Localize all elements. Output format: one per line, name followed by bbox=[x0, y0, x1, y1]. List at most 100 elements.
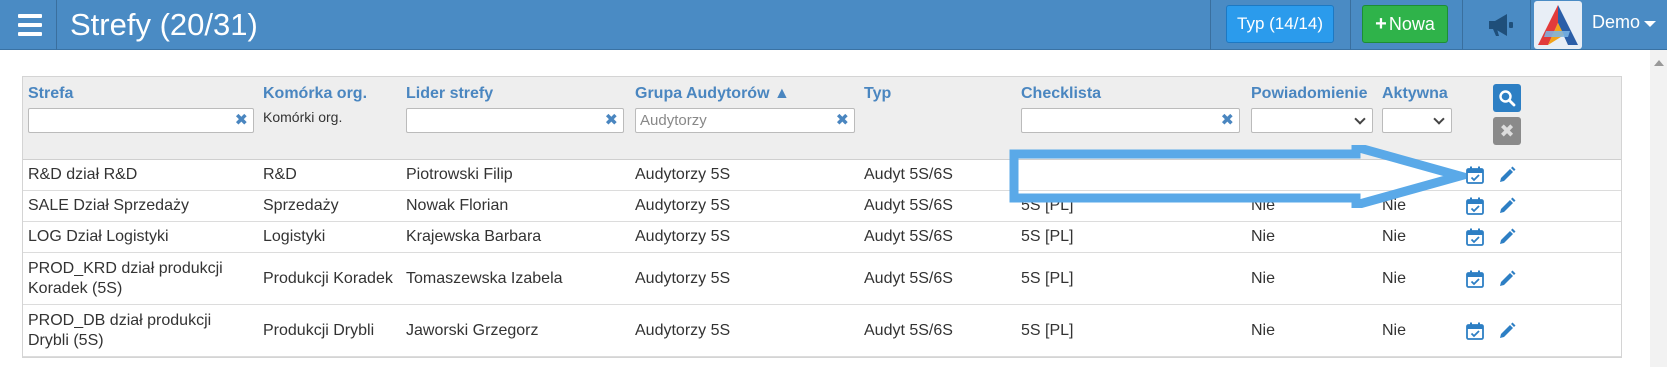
cell-lider: Nowak Florian bbox=[406, 197, 509, 214]
cell-komorka: Sprzedaży bbox=[263, 197, 339, 214]
cell-aktywna: Nie bbox=[1382, 197, 1407, 214]
table-row[interactable]: PROD_DB dział produkcji Drybli (5S) Prod… bbox=[23, 305, 1621, 357]
chevron-down-icon bbox=[1644, 20, 1657, 27]
cell-powiadomienie: Nie bbox=[1251, 269, 1276, 287]
cell-powiadomienie: Nie bbox=[1251, 197, 1276, 214]
user-name: Demo bbox=[1592, 12, 1641, 32]
pencil-icon[interactable] bbox=[1497, 321, 1517, 341]
column-header-lider[interactable]: Lider strefy bbox=[406, 85, 493, 103]
cell-typ: Audyt 5S/6S bbox=[864, 197, 953, 214]
powiadomienie-filter-select[interactable] bbox=[1251, 108, 1373, 133]
cell-aktywna: Nie bbox=[1382, 228, 1407, 245]
cell-komorka: Logistyki bbox=[263, 228, 326, 245]
cell-checklista: 5S [PL] bbox=[1021, 269, 1074, 287]
hamburger-menu-icon[interactable] bbox=[8, 0, 52, 50]
cell-strefa: LOG Dział Logistyki bbox=[28, 228, 169, 245]
cell-typ: Audyt 5S/6S bbox=[864, 228, 953, 245]
column-header-komorka[interactable]: Komórka org. bbox=[263, 85, 367, 103]
cell-lider: Krajewska Barbara bbox=[406, 228, 542, 245]
cell-checklista: 5S [PL] bbox=[1021, 228, 1074, 245]
cell-aktywna bbox=[1382, 160, 1452, 190]
table-body: R&D dział R&D R&D Piotrowski Filip Audyt… bbox=[23, 160, 1621, 357]
chevron-down-icon bbox=[1433, 113, 1445, 125]
cell-komorka: R&D bbox=[263, 166, 297, 183]
megaphone-icon[interactable] bbox=[1486, 12, 1516, 38]
grupa-filter-input[interactable]: Audytorzy ✖ bbox=[635, 108, 855, 133]
user-menu[interactable]: Demo bbox=[1592, 12, 1657, 33]
new-button[interactable]: + Nowa bbox=[1362, 5, 1448, 43]
close-icon: ✖ bbox=[1499, 120, 1515, 141]
cell-strefa: R&D dział R&D bbox=[28, 166, 138, 183]
table-row[interactable]: LOG Dział Logistyki Logistyki Krajewska … bbox=[23, 222, 1621, 253]
column-header-grupa[interactable]: Grupa Audytorów ▲ bbox=[635, 85, 790, 103]
calendar-check-icon[interactable] bbox=[1465, 227, 1485, 247]
zones-table: Strefa ✖ Komórka org. Komórki org. Lider… bbox=[22, 76, 1622, 358]
divider bbox=[1530, 0, 1531, 50]
table-row[interactable]: R&D dział R&D R&D Piotrowski Filip Audyt… bbox=[23, 160, 1621, 191]
pencil-icon[interactable] bbox=[1497, 165, 1517, 185]
plus-icon: + bbox=[1375, 12, 1387, 35]
clear-filter-icon[interactable]: ✖ bbox=[836, 112, 849, 130]
cell-strefa: SALE Dział Sprzedaży bbox=[28, 197, 189, 214]
strefa-filter-input[interactable]: ✖ bbox=[28, 108, 254, 133]
column-header-aktywna[interactable]: Aktywna bbox=[1382, 85, 1448, 103]
cell-aktywna: Nie bbox=[1382, 321, 1407, 339]
cell-grupa: Audytorzy 5S bbox=[635, 197, 731, 214]
clear-filter-icon[interactable]: ✖ bbox=[605, 112, 618, 130]
aktywna-filter-select[interactable] bbox=[1382, 108, 1452, 133]
divider bbox=[1462, 0, 1463, 50]
cell-strefa: PROD_KRD dział produkcji Koradek (5S) bbox=[28, 259, 223, 297]
calendar-check-icon[interactable] bbox=[1465, 196, 1485, 216]
vertical-scrollbar[interactable] bbox=[1650, 50, 1667, 367]
cell-grupa: Audytorzy 5S bbox=[635, 166, 731, 183]
calendar-check-icon[interactable] bbox=[1465, 269, 1485, 289]
cell-lider: Jaworski Grzegorz bbox=[406, 321, 539, 339]
cell-grupa: Audytorzy 5S bbox=[635, 269, 731, 287]
scroll-up-arrow-icon[interactable] bbox=[1654, 60, 1664, 66]
chevron-down-icon bbox=[1354, 113, 1366, 125]
new-button-label: Nowa bbox=[1388, 13, 1435, 34]
divider bbox=[56, 0, 57, 50]
cell-powiadomienie: Nie bbox=[1251, 321, 1276, 339]
calendar-check-icon[interactable] bbox=[1465, 321, 1485, 341]
checklista-filter-input[interactable]: ✖ bbox=[1021, 108, 1240, 133]
cell-powiadomienie: Nie bbox=[1251, 228, 1276, 245]
cell-lider: Piotrowski Filip bbox=[406, 166, 513, 183]
calendar-check-icon[interactable] bbox=[1465, 165, 1485, 185]
cell-checklista: 5S [PL] bbox=[1021, 321, 1074, 339]
type-filter-button[interactable]: Typ (14/14) bbox=[1226, 5, 1334, 43]
column-header-strefa[interactable]: Strefa bbox=[28, 85, 73, 103]
cell-checklista: 5S [PL] bbox=[1021, 197, 1074, 214]
table-row[interactable]: PROD_KRD dział produkcji Koradek (5S) Pr… bbox=[23, 253, 1621, 305]
cell-checklista bbox=[1021, 160, 1246, 190]
cell-grupa: Audytorzy 5S bbox=[635, 321, 731, 339]
clear-filter-icon[interactable]: ✖ bbox=[1221, 112, 1234, 130]
cell-komorka: Produkcji Koradek bbox=[263, 269, 393, 287]
page-title: Strefy (20/31) bbox=[70, 7, 258, 42]
column-header-checklista[interactable]: Checklista bbox=[1021, 85, 1101, 103]
cell-typ: Audyt 5S/6S bbox=[864, 321, 953, 339]
clear-filters-button[interactable]: ✖ bbox=[1493, 117, 1521, 145]
search-button[interactable] bbox=[1493, 84, 1521, 112]
grupa-filter-placeholder: Audytorzy bbox=[640, 112, 707, 129]
cell-strefa: PROD_DB dział produkcji Drybli (5S) bbox=[28, 311, 212, 349]
lider-filter-input[interactable]: ✖ bbox=[406, 108, 624, 133]
column-header-powiadomienie[interactable]: Powiadomienie bbox=[1251, 85, 1367, 103]
app-logo[interactable] bbox=[1534, 1, 1582, 49]
cell-aktywna: Nie bbox=[1382, 269, 1407, 287]
cell-typ: Audyt 5S/6S bbox=[864, 166, 953, 183]
komorka-filter-value[interactable]: Komórki org. bbox=[263, 109, 342, 125]
search-icon bbox=[1499, 90, 1516, 107]
cell-grupa: Audytorzy 5S bbox=[635, 228, 731, 245]
table-header: Strefa ✖ Komórka org. Komórki org. Lider… bbox=[23, 77, 1621, 160]
divider bbox=[1210, 0, 1211, 50]
divider bbox=[1350, 0, 1351, 50]
cell-powiadomienie bbox=[1251, 160, 1376, 190]
table-row[interactable]: SALE Dział Sprzedaży Sprzedaży Nowak Flo… bbox=[23, 191, 1621, 222]
pencil-icon[interactable] bbox=[1497, 269, 1517, 289]
cell-lider: Tomaszewska Izabela bbox=[406, 269, 563, 287]
clear-filter-icon[interactable]: ✖ bbox=[235, 112, 248, 130]
column-header-typ[interactable]: Typ bbox=[864, 85, 891, 103]
pencil-icon[interactable] bbox=[1497, 227, 1517, 247]
pencil-icon[interactable] bbox=[1497, 196, 1517, 216]
